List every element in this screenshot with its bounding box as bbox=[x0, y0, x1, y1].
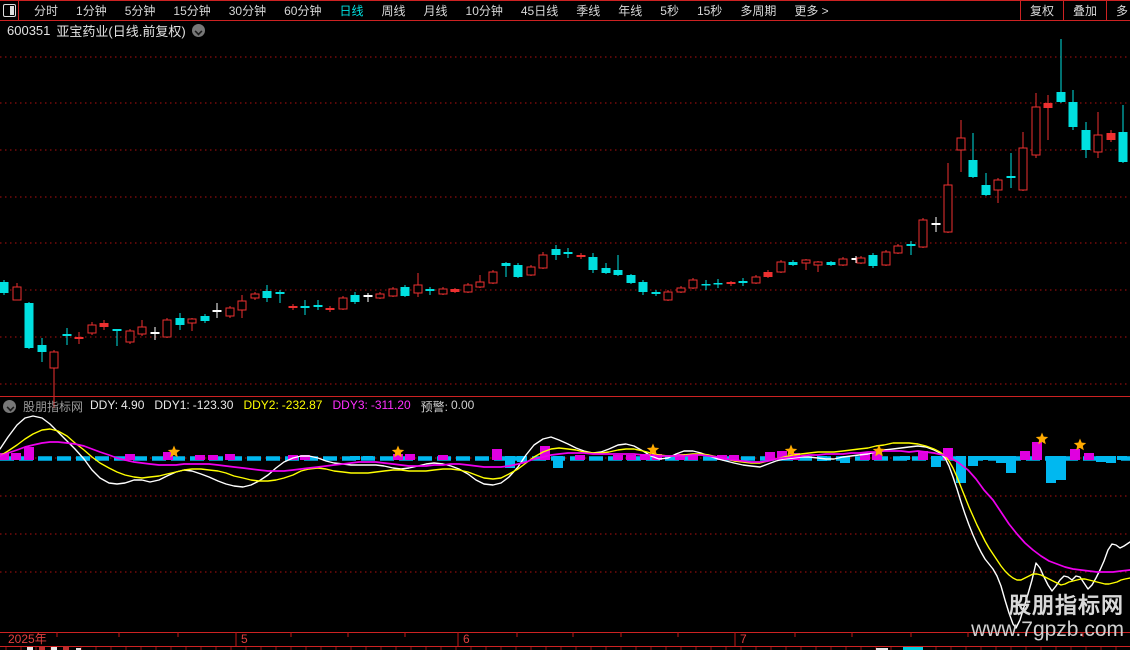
candlestick-chart-canvas[interactable] bbox=[0, 0, 1130, 650]
watermark-brand: 股朋指标网 bbox=[971, 594, 1124, 618]
period-tab-16[interactable]: 更多 > bbox=[785, 2, 837, 19]
indicator-lines bbox=[0, 416, 1130, 628]
indicator-field-1: DDY1:-123.30 bbox=[154, 398, 233, 415]
trading-app-window: 分时1分钟5分钟15分钟30分钟60分钟日线周线月线10分钟45日线季线年线5秒… bbox=[0, 0, 1130, 650]
indicator-line-white bbox=[0, 416, 1130, 628]
period-tab-15[interactable]: 多周期 bbox=[731, 2, 785, 19]
indicator-field-4: 预警:0.00 bbox=[421, 398, 475, 415]
period-tab-14[interactable]: 15秒 bbox=[688, 2, 731, 19]
period-tab-11[interactable]: 季线 bbox=[567, 2, 609, 19]
panel-layout-icon bbox=[3, 4, 16, 17]
indicator-field-2: DDY2:-232.87 bbox=[243, 398, 322, 415]
indicator-field-3: DDY3:-311.20 bbox=[332, 398, 410, 415]
axis-month-label-6: 6 bbox=[463, 632, 470, 646]
period-tab-1[interactable]: 1分钟 bbox=[67, 2, 116, 19]
period-tab-list: 分时1分钟5分钟15分钟30分钟60分钟日线周线月线10分钟45日线季线年线5秒… bbox=[19, 2, 1020, 19]
axis-year-label: 2025年 bbox=[8, 632, 47, 646]
period-tab-3[interactable]: 15分钟 bbox=[164, 2, 219, 19]
period-tab-9[interactable]: 10分钟 bbox=[457, 2, 512, 19]
period-tab-13[interactable]: 5秒 bbox=[651, 2, 688, 19]
toolbar-right-group: 复权叠加多 bbox=[1020, 1, 1130, 20]
period-tab-5[interactable]: 60分钟 bbox=[275, 2, 330, 19]
axis-ticks bbox=[57, 632, 1083, 646]
watermark: 股朋指标网 www.7gpzb.com bbox=[971, 594, 1124, 641]
axis-month-label-7: 7 bbox=[740, 632, 747, 646]
indicator-source-label: 股朋指标网 bbox=[23, 398, 83, 415]
panel-toggle-button[interactable] bbox=[0, 1, 19, 20]
period-toolbar: 分时1分钟5分钟15分钟30分钟60分钟日线周线月线10分钟45日线季线年线5秒… bbox=[0, 0, 1130, 21]
toolbar-right-0[interactable]: 复权 bbox=[1020, 1, 1063, 20]
period-tab-2[interactable]: 5分钟 bbox=[116, 2, 165, 19]
period-tab-6[interactable]: 日线 bbox=[330, 2, 372, 19]
period-tab-8[interactable]: 月线 bbox=[415, 2, 457, 19]
stock-name: 亚宝药业(日线.前复权) bbox=[56, 21, 185, 40]
candles bbox=[0, 39, 1128, 408]
watermark-url: www.7gpzb.com bbox=[971, 618, 1124, 641]
period-tab-7[interactable]: 周线 bbox=[372, 2, 414, 19]
toolbar-right-1[interactable]: 叠加 bbox=[1063, 1, 1106, 20]
period-tab-12[interactable]: 年线 bbox=[609, 2, 651, 19]
indicator-values: DDY:4.90 DDY1:-123.30 DDY2:-232.87 DDY3:-31… bbox=[90, 398, 474, 415]
symbol-dropdown-icon[interactable] bbox=[192, 24, 205, 37]
axis-month-label-5: 5 bbox=[241, 632, 248, 646]
indicator-dropdown-icon[interactable] bbox=[3, 400, 16, 413]
stock-code: 600351 bbox=[7, 23, 50, 38]
indicator-field-0: DDY:4.90 bbox=[90, 398, 144, 415]
toolbar-right-2[interactable]: 多 bbox=[1106, 1, 1130, 20]
frame-lines bbox=[0, 397, 1130, 647]
symbol-bar: 600351 亚宝药业(日线.前复权) bbox=[0, 21, 205, 39]
indicator-header: 股朋指标网 DDY:4.90DDY1:-123.30DDY2:-232.87DD… bbox=[0, 398, 474, 415]
period-tab-0[interactable]: 分时 bbox=[25, 2, 67, 19]
period-tab-10[interactable]: 45日线 bbox=[512, 2, 567, 19]
period-tab-4[interactable]: 30分钟 bbox=[220, 2, 275, 19]
